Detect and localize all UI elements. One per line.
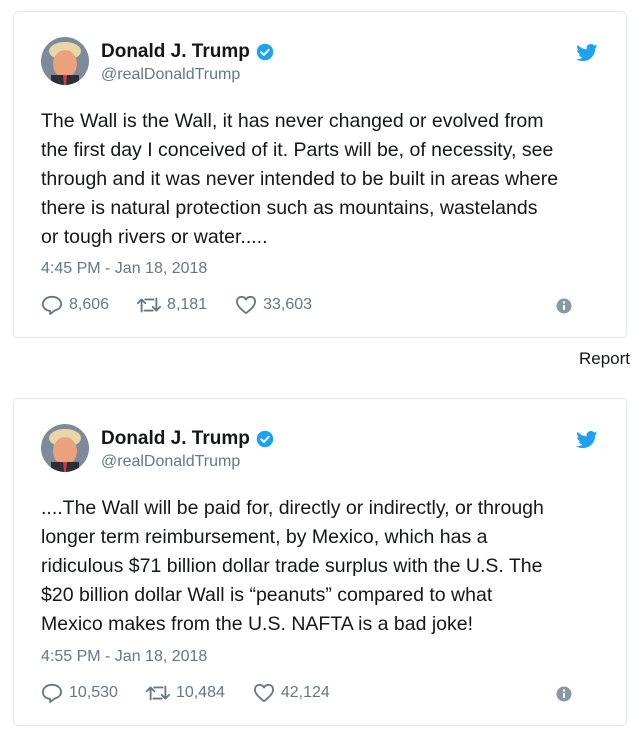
like-icon: [236, 295, 257, 315]
info-icon[interactable]: [556, 298, 572, 314]
like-count: 42,124: [280, 684, 330, 701]
tweet-text-line: through and it was never intended to be …: [41, 168, 559, 190]
tweet-text-line: longer term reimbursement, by Mexico, wh…: [41, 526, 488, 548]
reply-count: 10,530: [69, 684, 118, 701]
tweet-text-line: ridiculous $71 billion dollar trade surp…: [41, 555, 543, 577]
like-button[interactable]: 33,603: [235, 295, 312, 315]
verified-badge-icon: [256, 430, 274, 448]
tweet-text: ....The Wall will be paid for, directly …: [41, 494, 606, 639]
tweet-text-line: $20 billion dollar Wall is “peanuts” com…: [41, 584, 493, 606]
tweet-actions: 10,530 10,484 42,124: [41, 683, 599, 703]
report-link[interactable]: Report: [579, 349, 630, 369]
tweet-text-line: or tough rivers or water.....: [41, 226, 268, 248]
retweet-count: 10,484: [175, 684, 225, 701]
tweet-text-line: Mexico makes from the U.S. NAFTA is a ba…: [41, 613, 474, 635]
reply-count: 8,606: [69, 296, 110, 313]
twitter-bird-icon[interactable]: [576, 44, 598, 62]
tweet-text-line: there is natural protection such as moun…: [41, 197, 538, 219]
retweet-icon: [137, 297, 162, 313]
reply-button[interactable]: 10,530: [41, 683, 118, 703]
tweet-author[interactable]: Donald J. Trump @realDonaldTrump: [101, 428, 274, 471]
tweet-author[interactable]: Donald J. Trump @realDonaldTrump: [101, 41, 274, 84]
reply-icon: [42, 295, 62, 315]
tweet-text: The Wall is the Wall, it has never chang…: [41, 107, 606, 252]
like-icon: [253, 683, 274, 703]
author-handle[interactable]: @realDonaldTrump: [101, 66, 274, 84]
avatar[interactable]: [41, 424, 89, 472]
reply-button[interactable]: 8,606: [41, 295, 109, 315]
reply-icon: [42, 683, 62, 703]
tweet-card[interactable]: Donald J. Trump @realDonaldTrump ....The…: [13, 398, 627, 726]
retweet-button[interactable]: 8,181: [137, 295, 207, 315]
author-name[interactable]: Donald J. Trump: [101, 428, 250, 450]
tweet-text-line: the first day I conceived of it. Parts w…: [41, 139, 554, 161]
retweet-button[interactable]: 10,484: [145, 683, 225, 703]
tweet-text-line: ....The Wall will be paid for, directly …: [41, 497, 544, 519]
tweet-card[interactable]: Donald J. Trump @realDonaldTrump The Wal…: [13, 11, 627, 338]
tweet-text-line: The Wall is the Wall, it has never chang…: [41, 110, 544, 132]
retweet-icon: [145, 685, 170, 701]
info-icon[interactable]: [556, 686, 572, 702]
retweet-count: 8,181: [167, 296, 208, 313]
verified-badge-icon: [256, 43, 274, 61]
author-handle[interactable]: @realDonaldTrump: [101, 453, 274, 471]
tweet-actions: 8,606 8,181 33,603: [41, 295, 599, 315]
tweet-timestamp[interactable]: 4:45 PM - Jan 18, 2018: [41, 260, 207, 278]
tweet-timestamp[interactable]: 4:55 PM - Jan 18, 2018: [41, 648, 207, 666]
avatar[interactable]: [41, 37, 89, 85]
like-count: 33,603: [263, 296, 313, 313]
author-name[interactable]: Donald J. Trump: [101, 41, 250, 63]
twitter-bird-icon[interactable]: [576, 431, 598, 449]
like-button[interactable]: 42,124: [253, 683, 330, 703]
